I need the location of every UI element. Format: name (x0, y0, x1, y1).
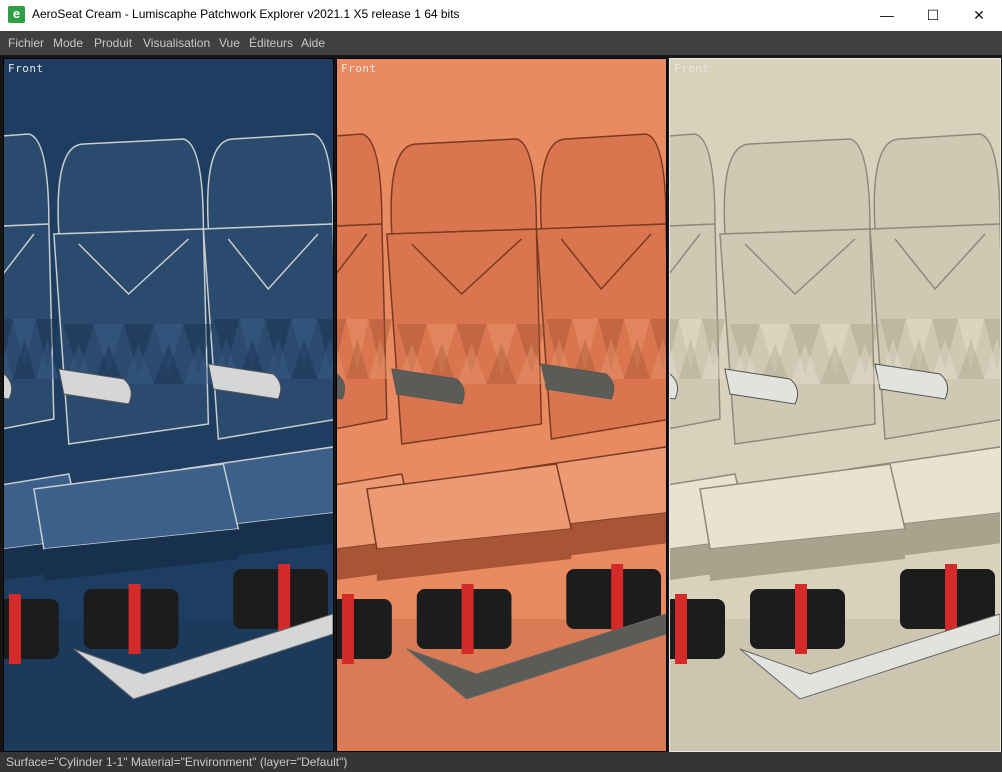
box-strap (461, 584, 474, 654)
seat-headrest (206, 133, 333, 230)
seat-headrest (873, 133, 1000, 230)
viewport-label: Front (674, 62, 710, 75)
viewport-cream[interactable]: Front (669, 58, 1001, 752)
viewport-area: Front Front Front (0, 55, 1002, 752)
box-strap (611, 564, 624, 634)
menu-fichier[interactable]: Fichier (8, 36, 44, 50)
app-icon-letter: e (12, 6, 21, 21)
box-strap (945, 564, 957, 634)
viewport-label: Front (341, 62, 377, 75)
menu-editeurs[interactable]: Éditeurs (249, 36, 293, 50)
menu-produit[interactable]: Produit (94, 36, 132, 50)
seat-headrest (539, 133, 666, 230)
menu-bar: Fichier Mode Produit Visualisation Vue É… (0, 31, 1002, 55)
viewport-coral[interactable]: Front (336, 58, 667, 752)
seat-render[interactable] (337, 59, 666, 751)
window-title: AeroSeat Cream - Lumiscaphe Patchwork Ex… (32, 7, 460, 21)
box-strap (8, 594, 21, 664)
status-text: Surface="Cylinder 1-1" Material="Environ… (6, 755, 348, 769)
box-strap (128, 584, 141, 654)
seat-headrest (723, 138, 871, 235)
minimize-button[interactable]: — (864, 0, 910, 31)
seat-render[interactable] (4, 59, 333, 751)
status-bar: Surface="Cylinder 1-1" Material="Environ… (0, 752, 1002, 772)
box-strap (278, 564, 291, 634)
box-strap (675, 594, 687, 664)
close-button[interactable]: ✕ (956, 0, 1002, 31)
seat-render[interactable] (670, 59, 1000, 751)
box-strap (341, 594, 354, 664)
app-icon: e (8, 6, 25, 23)
viewport-label: Front (8, 62, 44, 75)
box-strap (795, 584, 807, 654)
menu-vue[interactable]: Vue (219, 36, 240, 50)
menu-mode[interactable]: Mode (53, 36, 83, 50)
seat-headrest (390, 138, 538, 235)
title-bar: e AeroSeat Cream - Lumiscaphe Patchwork … (0, 0, 1002, 31)
menu-visualisation[interactable]: Visualisation (143, 36, 210, 50)
viewport-navy[interactable]: Front (3, 58, 334, 752)
menu-aide[interactable]: Aide (301, 36, 325, 50)
maximize-button[interactable]: ☐ (910, 0, 956, 31)
seat-headrest (57, 138, 205, 235)
